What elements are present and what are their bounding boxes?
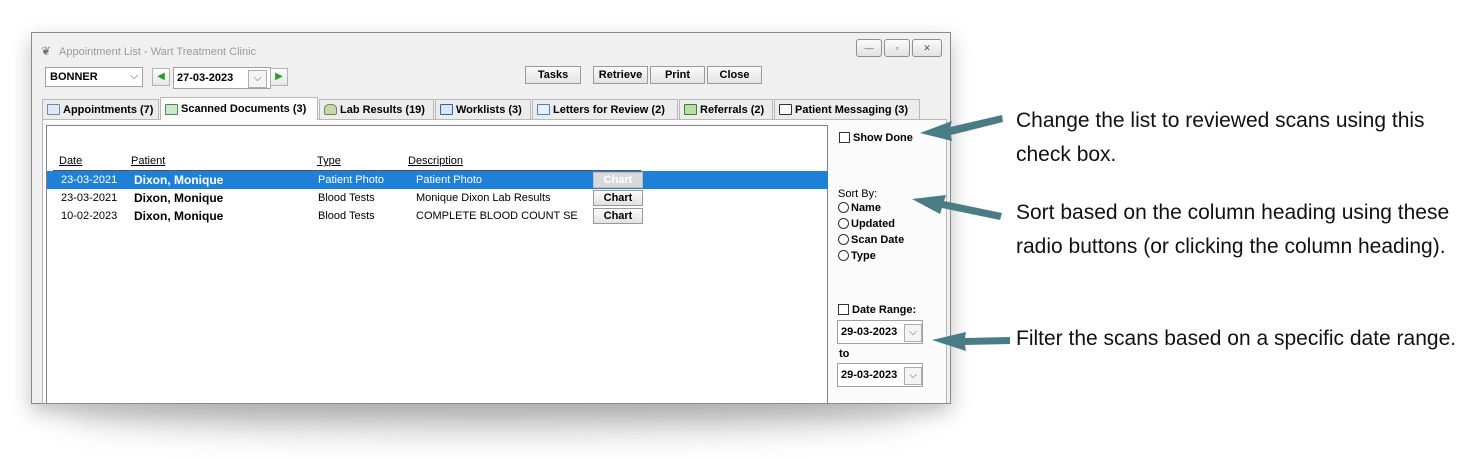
tab-scanned-documents[interactable]: Scanned Documents (3) — [160, 97, 318, 120]
annotation-show-done: Change the list to reviewed scans using … — [1016, 109, 1425, 166]
arrow-sort-by — [912, 195, 1002, 220]
arrow-date-range — [932, 332, 1010, 351]
annotation-date-range: Filter the scans based on a specific dat… — [1016, 327, 1457, 350]
annotation-sort-by: Sort based on the column heading using t… — [1016, 201, 1450, 258]
arrow-show-done — [920, 115, 1003, 141]
tab-label: Scanned Documents (3) — [181, 103, 307, 115]
scanned-documents-icon — [165, 103, 178, 115]
